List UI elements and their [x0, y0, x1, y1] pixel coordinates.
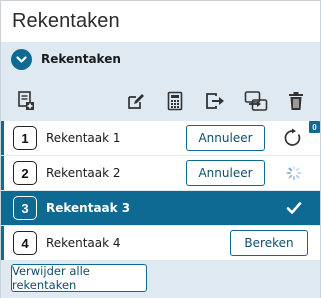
accordion-header[interactable]: Rekentaken: [1, 42, 320, 76]
task-name: Rekentaak 2: [46, 166, 121, 180]
task-number: 2: [13, 161, 37, 185]
task-row-2[interactable]: 2 Rekentaak 2 Annuleer: [1, 156, 320, 190]
calculate-button[interactable]: Bereken: [230, 230, 308, 256]
row-accent: [1, 121, 4, 155]
task-name: Rekentaak 3: [46, 201, 131, 215]
page-title: Rekentaken: [12, 10, 120, 32]
rekentaken-panel: Rekentaken 1 Rekentaak 1 Annuleer 0 2 Re…: [1, 42, 320, 298]
task-name: Rekentaak 4: [46, 236, 121, 250]
transfer-icon[interactable]: [244, 89, 268, 113]
status-badge: 0: [309, 121, 320, 133]
cancel-button[interactable]: Annuleer: [186, 160, 265, 186]
task-row-3[interactable]: 3 Rekentaak 3: [1, 191, 320, 225]
row-accent: [1, 156, 4, 190]
trash-icon[interactable]: [284, 89, 308, 113]
accordion-title: Rekentaken: [41, 52, 121, 66]
edit-icon[interactable]: [124, 89, 148, 113]
loading-spinner-icon: [284, 163, 304, 183]
export-icon[interactable]: [203, 89, 227, 113]
calculator-icon[interactable]: [163, 89, 187, 113]
task-number: 3: [13, 196, 37, 220]
add-document-icon[interactable]: [14, 89, 38, 113]
checkmark-icon: [284, 198, 304, 218]
row-accent: [1, 226, 4, 260]
task-row-1[interactable]: 1 Rekentaak 1 Annuleer 0: [1, 121, 320, 155]
window-title-bar: Rekentaken: [1, 1, 320, 42]
task-row-4[interactable]: 4 Rekentaak 4 Bereken: [1, 226, 320, 260]
task-number: 4: [13, 231, 37, 255]
task-number: 1: [13, 126, 37, 150]
toolbar: [1, 86, 320, 116]
chevron-down-icon[interactable]: [11, 48, 32, 70]
clear-all-tasks-button[interactable]: Verwijder alle rekentaken: [11, 264, 147, 292]
rekentaken-window: Rekentaken Rekentaken 1 Rekentaak 1 Annu…: [0, 0, 321, 298]
task-name: Rekentaak 1: [46, 131, 121, 145]
cancel-button[interactable]: Annuleer: [186, 125, 265, 151]
refresh-icon[interactable]: [282, 127, 304, 149]
